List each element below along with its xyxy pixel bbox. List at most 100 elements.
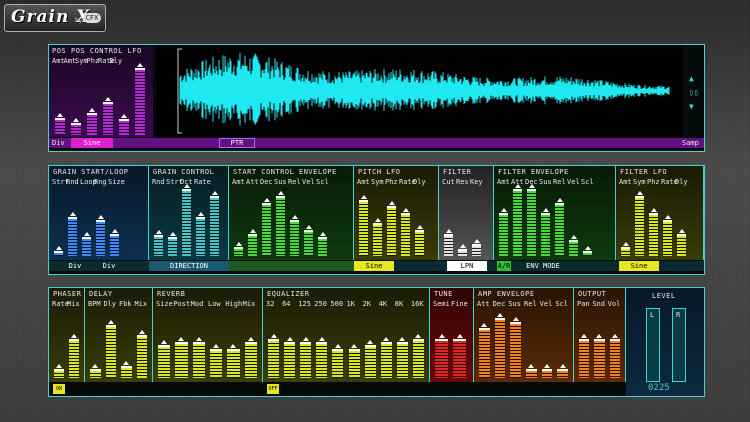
phaser-slider-1[interactable] xyxy=(69,310,79,378)
equalizer-slider-4[interactable] xyxy=(332,310,344,378)
reverb-slider-2[interactable] xyxy=(192,310,205,378)
reverb-slider-4[interactable] xyxy=(227,310,240,378)
grain-start-slider-fill xyxy=(82,239,91,256)
phaser-slider-0[interactable] xyxy=(54,310,64,378)
start-env-slider-3[interactable] xyxy=(276,188,285,256)
filter-env-slider-4[interactable] xyxy=(555,188,564,256)
grain-control-slider-2[interactable] xyxy=(182,184,191,256)
grain-control-slider-4[interactable] xyxy=(210,188,219,256)
grain-start-slider-2[interactable] xyxy=(82,188,91,256)
filter-slider-0[interactable] xyxy=(444,188,453,256)
reverb-slider-cap xyxy=(192,342,205,344)
grain-start-slider-1[interactable] xyxy=(68,188,77,256)
amp-env-slider-5[interactable] xyxy=(557,310,568,378)
pos-slider-5[interactable] xyxy=(135,63,145,135)
grain-control-slider-3[interactable] xyxy=(196,188,205,256)
delay-slider-1[interactable] xyxy=(105,310,116,378)
tune-slider-0[interactable] xyxy=(435,310,448,378)
env-mode-select[interactable]: ENV MODE xyxy=(513,261,573,271)
waveform-display[interactable] xyxy=(156,45,682,137)
phaser-on-toggle[interactable]: ON xyxy=(53,384,65,394)
filter-env-slider-5[interactable] xyxy=(569,188,578,256)
equalizer-slider-0[interactable] xyxy=(268,310,280,378)
output-slider-2[interactable] xyxy=(609,310,620,378)
amp-env-slider-3[interactable] xyxy=(526,310,537,378)
start-env-slider-0[interactable] xyxy=(234,188,243,256)
filter-env-slider-1[interactable] xyxy=(513,184,522,256)
filter-env-slider-6[interactable] xyxy=(583,188,592,256)
grain-start-div-b[interactable]: Div xyxy=(101,261,117,271)
pos-slider-3[interactable] xyxy=(103,67,113,135)
reverb-slider-3[interactable] xyxy=(210,310,223,378)
filter-slider-2[interactable] xyxy=(472,188,481,256)
equalizer-slider-8[interactable] xyxy=(396,310,408,378)
pitch-lfo-slider-0[interactable] xyxy=(359,188,368,256)
grain-control-slider-0[interactable] xyxy=(154,188,163,256)
equalizer-slider-1[interactable] xyxy=(284,310,296,378)
filter-lfo-slider-0[interactable] xyxy=(621,188,630,256)
direction-select[interactable]: DIRECTION xyxy=(149,261,229,271)
eq-off-toggle[interactable]: OFF xyxy=(267,384,279,394)
pos-slider-4[interactable] xyxy=(119,67,129,135)
filter-env-slider-2[interactable] xyxy=(527,184,536,256)
output-slider-0[interactable] xyxy=(579,310,590,378)
pos-slider-1[interactable] xyxy=(71,67,81,135)
output-slider-1[interactable] xyxy=(594,310,605,378)
filter-env-slider-0[interactable] xyxy=(499,188,508,256)
pos-slider-0[interactable] xyxy=(55,67,65,135)
phaser-slider-cap xyxy=(54,369,64,371)
start-env-slider-4[interactable] xyxy=(290,188,299,256)
pitch-lfo-slider-1[interactable] xyxy=(373,188,382,256)
filter-lfo-slider-3[interactable] xyxy=(663,188,672,256)
amp-env-slider-2[interactable] xyxy=(510,310,521,378)
pitch-lfo-shape-select[interactable]: Sine xyxy=(354,261,394,271)
reverb-slider-0[interactable] xyxy=(158,310,171,378)
filter-lfo-slider-1[interactable] xyxy=(635,188,644,256)
grain-start-slider-3[interactable] xyxy=(96,188,105,256)
equalizer-slider-2[interactable] xyxy=(300,310,312,378)
grain-control-slider-1[interactable] xyxy=(168,188,177,256)
grain-start-div-a[interactable]: Div xyxy=(67,261,83,271)
delay-slider-3[interactable] xyxy=(136,310,147,378)
output-slider-cap xyxy=(594,339,605,341)
amp-env-slider-4[interactable] xyxy=(541,310,553,378)
phaser-slider-arrow-icon xyxy=(56,364,62,368)
filter-lfo-shape-select[interactable]: Sine xyxy=(619,261,659,271)
start-env-slider-5[interactable] xyxy=(304,188,313,256)
scroll-up-icon[interactable]: ▲ xyxy=(689,75,694,83)
start-env-slider-1[interactable] xyxy=(248,188,257,256)
equalizer-slider-5[interactable] xyxy=(348,310,360,378)
zoom-icon[interactable]: ▯▯ xyxy=(689,89,699,97)
delay-slider-0[interactable] xyxy=(90,310,101,378)
equalizer-slider-7[interactable] xyxy=(380,310,392,378)
env-mode-prefix[interactable]: A/R xyxy=(497,261,511,271)
delay-slider-fill xyxy=(136,337,147,378)
pitch-lfo-slider-4[interactable] xyxy=(415,188,424,256)
pitch-lfo-slider-2[interactable] xyxy=(387,188,396,256)
filter-mode-select[interactable]: LPN xyxy=(447,261,487,271)
grain-control-param-label: Rate xyxy=(194,178,211,186)
reverb-slider-1[interactable] xyxy=(175,310,188,378)
level-meter-right: R xyxy=(672,308,686,382)
pitch-lfo-slider-3[interactable] xyxy=(401,188,410,256)
filter-lfo-slider-2[interactable] xyxy=(649,188,658,256)
equalizer-slider-6[interactable] xyxy=(364,310,376,378)
scroll-down-icon[interactable]: ▼ xyxy=(689,103,694,111)
tune-slider-1[interactable] xyxy=(453,310,466,378)
start-env-slider-2[interactable] xyxy=(262,188,271,256)
filter-env-slider-3[interactable] xyxy=(541,188,550,256)
amp-env-slider-1[interactable] xyxy=(494,310,506,378)
ptr-button[interactable]: PTR xyxy=(219,138,255,148)
grain-start-slider-0[interactable] xyxy=(54,188,63,256)
filter-lfo-slider-4[interactable] xyxy=(677,188,686,256)
amp-env-slider-0[interactable] xyxy=(479,310,490,378)
delay-slider-2[interactable] xyxy=(121,310,132,378)
pos-slider-2[interactable] xyxy=(87,67,97,135)
pos-lfo-shape-select[interactable]: Sine xyxy=(71,138,113,148)
reverb-slider-5[interactable] xyxy=(244,310,257,378)
grain-start-slider-4[interactable] xyxy=(110,188,119,256)
start-env-slider-6[interactable] xyxy=(318,188,327,256)
equalizer-slider-9[interactable] xyxy=(412,310,424,378)
equalizer-slider-3[interactable] xyxy=(316,310,328,378)
filter-slider-1[interactable] xyxy=(458,188,467,256)
